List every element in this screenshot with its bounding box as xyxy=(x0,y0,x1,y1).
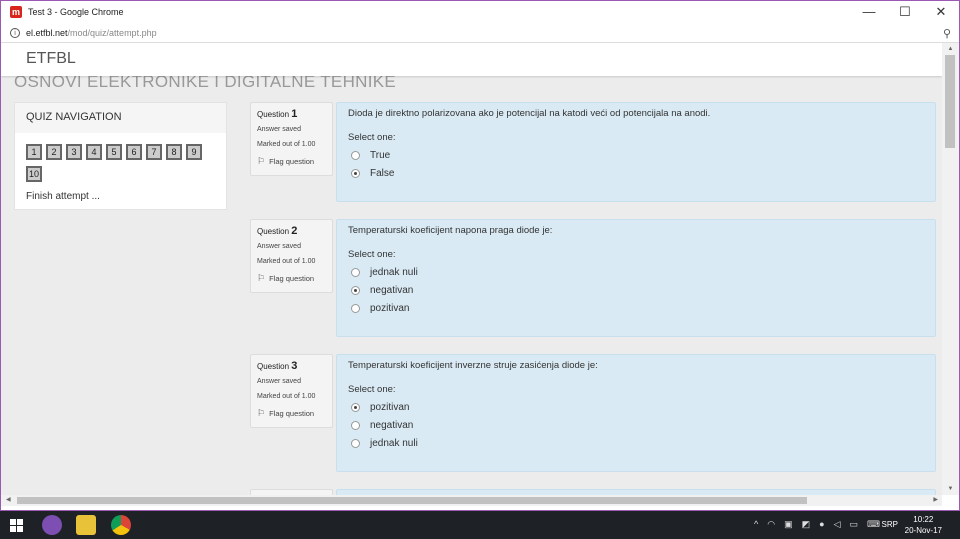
question-content: Temperaturski koeficijent napona praga d… xyxy=(336,219,936,337)
answer-option[interactable]: False xyxy=(348,168,924,179)
quiz-nav-button[interactable]: 7 xyxy=(146,144,162,160)
browser-window: m Test 3 - Google Chrome — ☐ ✕ i el.etfb… xyxy=(0,0,960,511)
scroll-right-arrow-icon[interactable]: ▶ xyxy=(933,495,938,506)
question-number: Question 3 xyxy=(257,360,298,372)
page-viewport: ETFBL OSNOVI ELEKTRONIKE I DIGITALNE TEH… xyxy=(1,43,942,495)
file-explorer-icon[interactable] xyxy=(76,515,96,535)
quiz-nav-button[interactable]: 1 xyxy=(26,144,42,160)
radio-button[interactable] xyxy=(351,439,360,448)
answer-option[interactable]: jednak nuli xyxy=(348,438,924,449)
question-number: Question 2 xyxy=(257,225,298,237)
question-content: Temperaturski koeficijent inverzne struj… xyxy=(336,354,936,472)
volume-icon[interactable]: ◁ xyxy=(834,519,841,530)
quiz-navigation-title: QUIZ NAVIGATION xyxy=(15,103,226,133)
moodle-app-icon: m xyxy=(10,6,22,18)
scroll-left-arrow-icon[interactable]: ◀ xyxy=(6,495,11,506)
flag-icon: ⚐ xyxy=(257,156,266,166)
tray-app-icon[interactable]: ▣ xyxy=(784,519,793,530)
horizontal-scrollbar[interactable]: ◀ ▶ xyxy=(1,495,942,506)
finish-attempt-link[interactable]: Finish attempt ... xyxy=(26,191,100,202)
close-button[interactable]: ✕ xyxy=(923,1,959,23)
quiz-nav-button[interactable]: 4 xyxy=(86,144,102,160)
quiz-nav-button[interactable]: 2 xyxy=(46,144,62,160)
radio-button[interactable] xyxy=(351,151,360,160)
radio-button[interactable] xyxy=(351,421,360,430)
clock-time: 10:22 xyxy=(913,515,934,524)
chrome-icon[interactable] xyxy=(111,515,131,535)
question-status: Answer saved xyxy=(257,126,301,133)
quiz-nav-button[interactable]: 9 xyxy=(186,144,202,160)
question-marks: Marked out of 1.00 xyxy=(257,258,316,265)
answer-option[interactable]: pozitivan xyxy=(348,303,924,314)
select-one-label: Select one: xyxy=(348,384,396,395)
answer-option[interactable]: negativan xyxy=(348,285,924,296)
select-one-label: Select one: xyxy=(348,249,396,260)
battery-icon[interactable]: ▭ xyxy=(849,519,858,530)
flag-question-button[interactable]: ⚐ Flag question xyxy=(257,273,326,284)
flag-icon: ⚐ xyxy=(257,408,266,418)
question-text: Temperaturski koeficijent napona praga d… xyxy=(348,225,553,236)
question-info: Question 1 Answer saved Marked out of 1.… xyxy=(250,102,333,176)
url-text[interactable]: el.etfbl.net/mod/quiz/attempt.php xyxy=(26,28,157,38)
wifi-icon[interactable]: ◠ xyxy=(767,519,775,530)
answer-option[interactable]: True xyxy=(348,150,924,161)
flag-question-button[interactable]: ⚐ Flag question xyxy=(257,156,326,167)
window-title: Test 3 - Google Chrome xyxy=(28,7,124,17)
flag-question-button[interactable]: ⚐ Flag question xyxy=(257,408,326,419)
question-status: Answer saved xyxy=(257,378,301,385)
radio-button[interactable] xyxy=(351,268,360,277)
site-header: ETFBL xyxy=(1,43,942,76)
tray-app-icon[interactable]: ◩ xyxy=(802,519,811,530)
radio-button[interactable] xyxy=(351,286,360,295)
question-text: Temperaturski koeficijent inverzne struj… xyxy=(348,360,598,371)
scroll-up-arrow-icon[interactable]: ▲ xyxy=(942,43,959,55)
zoom-icon[interactable]: ⚲ xyxy=(943,27,951,40)
vertical-scroll-thumb[interactable] xyxy=(945,55,955,148)
question-info: Question 3 Answer saved Marked out of 1.… xyxy=(250,354,333,428)
quiz-nav-button[interactable]: 8 xyxy=(166,144,182,160)
quiz-nav-buttons: 1 2 3 4 5 6 7 8 9 10 xyxy=(26,144,216,185)
answer-option[interactable]: jednak nuli xyxy=(348,267,924,278)
scroll-down-arrow-icon[interactable]: ▼ xyxy=(942,483,959,495)
windows-start-icon[interactable] xyxy=(10,519,23,532)
quiz-nav-button[interactable]: 10 xyxy=(26,166,42,182)
question-info: Question 2 Answer saved Marked out of 1.… xyxy=(250,219,333,293)
quiz-nav-button[interactable]: 5 xyxy=(106,144,122,160)
taskbar: ^ ◠ ▣ ◩ ● ◁ ▭ ⌨ SRP 10:22 20-Nov-17 xyxy=(0,511,960,539)
clock[interactable]: 10:22 20-Nov-17 xyxy=(905,514,942,536)
flag-icon: ⚐ xyxy=(257,273,266,283)
question-status: Answer saved xyxy=(257,243,301,250)
answer-option[interactable]: negativan xyxy=(348,420,924,431)
question-marks: Marked out of 1.00 xyxy=(257,393,316,400)
system-tray: ^ ◠ ▣ ◩ ● ◁ ▭ ⌨ xyxy=(754,519,880,530)
clock-date: 20-Nov-17 xyxy=(904,526,942,535)
answer-option[interactable]: pozitivan xyxy=(348,402,924,413)
maximize-button[interactable]: ☐ xyxy=(887,1,923,23)
radio-button[interactable] xyxy=(351,304,360,313)
tray-chevron-icon[interactable]: ^ xyxy=(754,519,758,530)
url-domain: el.etfbl.net xyxy=(26,27,68,38)
quiz-nav-button[interactable]: 6 xyxy=(126,144,142,160)
minimize-button[interactable]: — xyxy=(851,1,887,23)
site-brand[interactable]: ETFBL xyxy=(26,50,76,68)
horizontal-scroll-thumb[interactable] xyxy=(17,497,807,504)
quiz-navigation-block: QUIZ NAVIGATION 1 2 3 4 5 6 7 8 9 10 Fin… xyxy=(14,102,227,210)
question-number: Question 1 xyxy=(257,108,298,120)
url-path: /mod/quiz/attempt.php xyxy=(67,27,157,38)
question-marks: Marked out of 1.00 xyxy=(257,141,316,148)
tray-app-icon[interactable]: ● xyxy=(819,519,824,530)
address-bar[interactable]: i el.etfbl.net/mod/quiz/attempt.php ⚲ xyxy=(1,23,959,43)
viber-icon[interactable] xyxy=(42,515,62,535)
vertical-scrollbar[interactable]: ▲ ▼ xyxy=(942,43,959,495)
quiz-nav-button[interactable]: 3 xyxy=(66,144,82,160)
language-indicator[interactable]: SRP xyxy=(882,520,898,529)
keyboard-icon[interactable]: ⌨ xyxy=(867,519,880,530)
radio-button[interactable] xyxy=(351,403,360,412)
question-content: Dioda je direktno polarizovana ako je po… xyxy=(336,102,936,202)
question-text: Dioda je direktno polarizovana ako je po… xyxy=(348,108,711,119)
radio-button[interactable] xyxy=(351,169,360,178)
select-one-label: Select one: xyxy=(348,132,396,143)
title-bar: m Test 3 - Google Chrome — ☐ ✕ xyxy=(1,1,959,23)
info-icon[interactable]: i xyxy=(10,27,20,38)
